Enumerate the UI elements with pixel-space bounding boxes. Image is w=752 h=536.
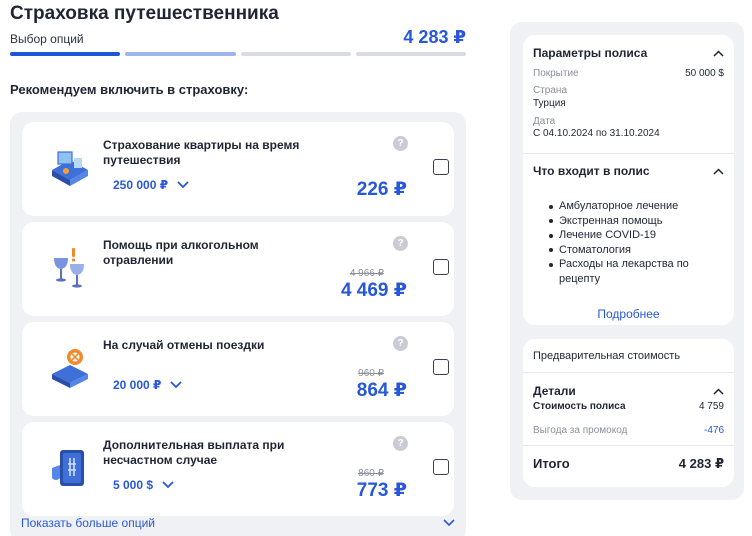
chevron-up-icon	[713, 387, 724, 395]
option-price: 864 ₽	[356, 380, 407, 401]
option-title: Страхование квартиры на время путешестви…	[103, 138, 300, 167]
divider	[523, 153, 734, 154]
cancelled-ticket-illustration-icon	[48, 344, 92, 392]
date-label: Дата	[533, 116, 556, 127]
policy-cost-value: 4 759	[698, 401, 724, 412]
total-label: Итого	[533, 456, 570, 471]
xray-shield-illustration-icon	[48, 444, 92, 492]
header-total-price: 4 283 ₽	[403, 27, 466, 47]
date-value: С 04.10.2024 по 31.10.2024	[533, 128, 660, 139]
policy-details-link[interactable]: Подробнее	[523, 307, 734, 321]
option-title: На случай отмены поездки	[103, 338, 265, 352]
coverage-amount-value: 250 000 ₽	[113, 178, 169, 192]
option-checkbox[interactable]	[433, 359, 449, 375]
list-item: Расходы на лекарства по рецепту	[549, 257, 724, 286]
chevron-down-icon	[443, 519, 455, 527]
coverage-value: 50 000 $	[685, 68, 724, 79]
progress-step-2	[125, 52, 236, 56]
help-icon[interactable]: ?	[393, 136, 408, 151]
chevron-down-icon	[170, 381, 183, 389]
policy-parameters-card: Параметры полиса Покрытие 50 000 $ Стран…	[523, 35, 734, 325]
policy-parameters-title: Параметры полиса	[533, 46, 648, 60]
chevron-up-icon	[713, 49, 724, 57]
show-more-label: Показать больше опций	[21, 516, 155, 530]
option-old-price: 860 ₽	[358, 468, 384, 479]
policy-cost-label: Стоимость полиса	[533, 401, 626, 412]
option-card-alcohol-poisoning: Помощь при алкогольном отравлении ? 4 96…	[22, 222, 454, 316]
wine-glasses-illustration-icon	[48, 244, 92, 292]
country-value: Турция	[533, 98, 566, 109]
coverage-amount-dropdown[interactable]: 250 000 ₽	[113, 178, 189, 192]
divider	[523, 445, 734, 446]
option-price: 4 469 ₽	[340, 280, 407, 301]
coverage-amount-dropdown[interactable]: 20 000 ₽	[113, 378, 183, 392]
help-icon[interactable]: ?	[393, 236, 408, 251]
option-card-apartment: Страхование квартиры на время путешестви…	[22, 122, 454, 216]
option-old-price: 4 966 ₽	[349, 268, 384, 279]
apartment-illustration-icon	[48, 144, 92, 192]
summary-panel: Параметры полиса Покрытие 50 000 $ Стран…	[510, 22, 744, 500]
divider	[523, 372, 734, 373]
chevron-down-icon	[162, 481, 174, 489]
preliminary-cost-card: Предварительная стоимость Детали Стоимос…	[523, 339, 734, 487]
coverage-amount-value: 20 000 ₽	[113, 378, 162, 392]
promo-discount-value: -476	[703, 425, 724, 436]
progress-step-1	[10, 52, 121, 56]
option-checkbox[interactable]	[433, 159, 449, 175]
option-checkbox[interactable]	[433, 459, 449, 475]
option-old-price: 960 ₽	[358, 368, 384, 379]
total-value: 4 283 ₽	[678, 456, 724, 471]
cost-details-header[interactable]: Детали	[533, 384, 724, 398]
option-title: Дополнительная выплата при несчастном сл…	[103, 438, 285, 467]
option-card-accident-payout: Дополнительная выплата при несчастном сл…	[22, 422, 454, 516]
cost-details-title: Детали	[533, 384, 576, 398]
recommend-heading: Рекомендуем включить в страховку:	[10, 82, 249, 97]
help-icon[interactable]: ?	[393, 336, 408, 351]
page-title: Страховка путешественника	[10, 3, 279, 24]
list-item: Амбулаторное лечение	[549, 199, 724, 214]
total-row: Итого 4 283 ₽	[533, 456, 724, 472]
list-item: Экстренная помощь	[549, 214, 724, 229]
policy-includes-header[interactable]: Что входит в полис	[533, 164, 724, 178]
help-icon[interactable]: ?	[393, 436, 408, 451]
option-checkbox[interactable]	[433, 259, 449, 275]
options-panel: Страхование квартиры на время путешестви…	[10, 112, 466, 536]
option-price: 226 ₽	[356, 179, 407, 200]
option-card-trip-cancellation: На случай отмены поездки 20 000 ₽ ? 960 …	[22, 322, 454, 416]
step-label: Выбор опций	[10, 32, 84, 46]
step-progress-bar	[10, 52, 466, 56]
list-item: Лечение COVID-19	[549, 228, 724, 243]
country-label: Страна	[533, 85, 568, 96]
coverage-amount-value: 5 000 $	[113, 478, 154, 492]
option-price: 773 ₽	[356, 480, 407, 501]
coverage-label: Покрытие	[533, 68, 579, 79]
promo-discount-label: Выгода за промокод	[533, 425, 628, 436]
policy-includes-list: Амбулаторное лечение Экстренная помощь Л…	[549, 199, 724, 286]
preliminary-cost-title: Предварительная стоимость	[533, 350, 681, 362]
progress-step-4	[355, 52, 466, 56]
policy-parameters-header[interactable]: Параметры полиса	[533, 46, 724, 60]
chevron-up-icon	[713, 167, 724, 175]
list-item: Стоматология	[549, 243, 724, 258]
progress-step-3	[240, 52, 351, 56]
chevron-down-icon	[177, 181, 189, 189]
show-more-options-link[interactable]: Показать больше опций	[21, 516, 455, 530]
policy-includes-title: Что входит в полис	[533, 164, 650, 178]
coverage-amount-dropdown[interactable]: 5 000 $	[113, 478, 174, 492]
option-title: Помощь при алкогольном отравлении	[103, 238, 259, 267]
